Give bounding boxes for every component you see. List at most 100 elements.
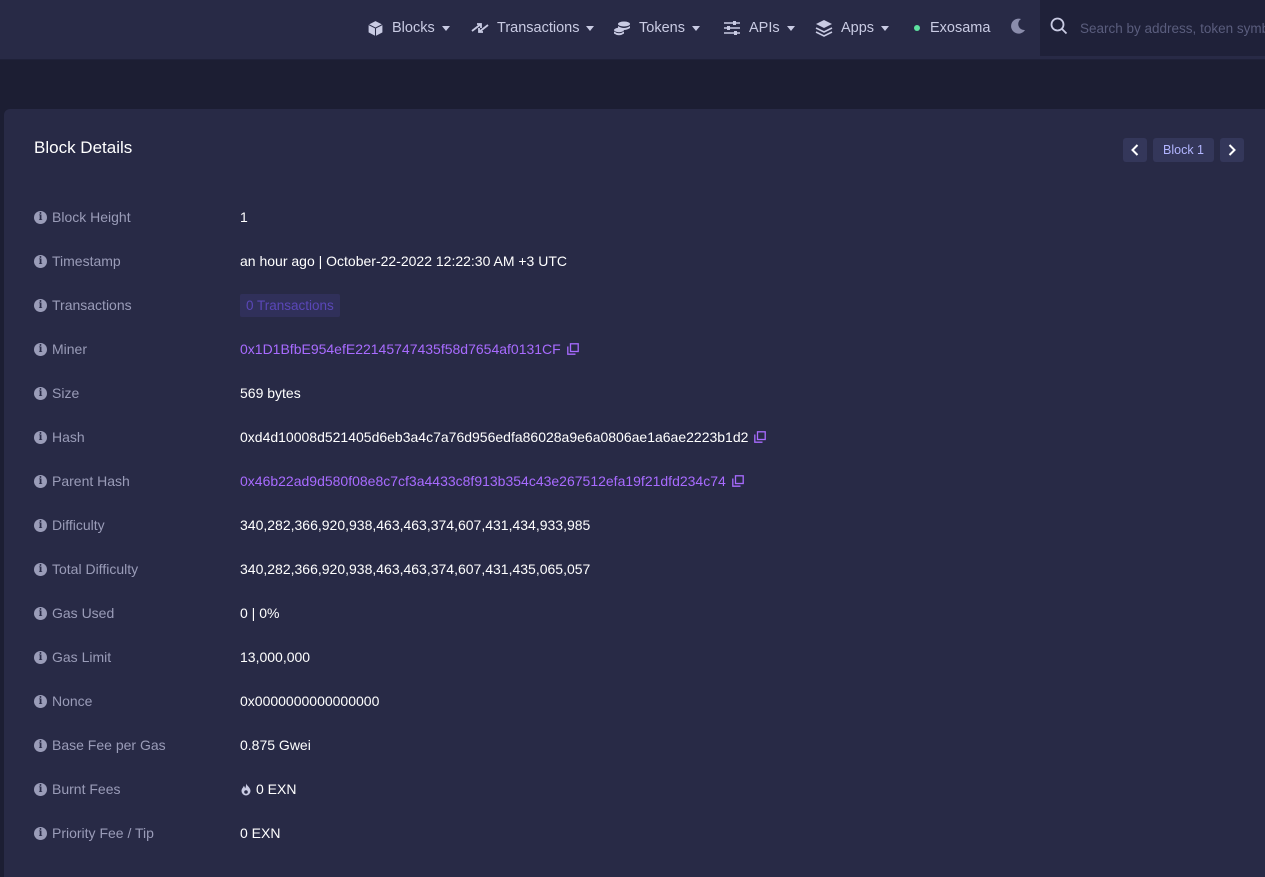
info-icon[interactable]: i [34, 782, 47, 796]
row-timestamp: i Timestamp an hour ago | October-22-2022… [34, 250, 567, 272]
fire-icon [240, 783, 252, 796]
info-icon[interactable]: i [34, 562, 47, 576]
field-label: Timestamp [52, 253, 121, 269]
nav-tokens-label: Tokens [639, 20, 685, 36]
row-hash: i Hash 0xd4d10008d521405d6eb3a4c7a76d956e… [34, 426, 767, 448]
row-nonce: i Nonce 0x0000000000000000 [34, 690, 379, 712]
info-icon[interactable]: i [34, 342, 47, 356]
info-icon[interactable]: i [34, 826, 47, 840]
row-transactions: i Transactions 0 Transactions [34, 293, 340, 317]
field-label: Miner [52, 341, 88, 357]
search-input[interactable] [1080, 20, 1265, 36]
field-label: Hash [52, 429, 85, 445]
page-title: Block Details [34, 138, 133, 157]
search-bar [1040, 0, 1265, 56]
nav-blocks[interactable]: Blocks [366, 19, 450, 37]
layers-icon [815, 19, 833, 37]
nav-apps[interactable]: Apps [815, 19, 890, 37]
row-total-difficulty: i Total Difficulty 340,282,366,920,938,46… [34, 558, 590, 580]
info-icon[interactable]: i [34, 606, 47, 620]
prev-block-button[interactable] [1123, 138, 1147, 162]
row-block-height: i Block Height 1 [34, 206, 248, 228]
field-label: Nonce [52, 693, 93, 709]
base-fee-value: 0.875 Gwei [240, 737, 311, 753]
info-icon[interactable]: i [34, 694, 47, 708]
parent-hash-link[interactable]: 0x46b22ad9d580f08e8c7cf3a4433c8f913b354c… [240, 473, 726, 489]
network-name: Exosama [930, 20, 991, 36]
nav-transactions[interactable]: Transactions [471, 19, 595, 37]
field-label: Size [52, 385, 80, 401]
copy-icon[interactable] [731, 475, 744, 487]
info-icon[interactable]: i [34, 298, 47, 312]
gas-used-value: 0 | 0% [240, 605, 280, 621]
chevron-down-icon [881, 25, 890, 31]
info-icon[interactable]: i [34, 430, 47, 444]
chevron-down-icon [441, 25, 450, 31]
field-label: Block Height [52, 209, 131, 225]
field-label: Gas Limit [52, 649, 112, 665]
field-label: Burnt Fees [52, 781, 121, 797]
row-size: i Size 569 bytes [34, 382, 301, 404]
cube-icon [366, 19, 384, 37]
chevron-down-icon [586, 25, 595, 31]
row-priority-fee: i Priority Fee / Tip 0 EXN [34, 822, 280, 844]
row-base-fee: i Base Fee per Gas 0.875 Gwei [34, 734, 311, 756]
chevron-down-icon [786, 25, 795, 31]
sliders-icon [723, 19, 741, 37]
chevron-right-icon [1228, 144, 1236, 156]
copy-icon[interactable] [566, 343, 579, 355]
difficulty-value: 340,282,366,920,938,463,463,374,607,431,… [240, 517, 591, 533]
field-label: Priority Fee / Tip [52, 825, 154, 841]
moon-icon [1009, 17, 1027, 39]
block-details-card: Block Details Block 1 i Block Height 1 iT… [4, 109, 1265, 877]
chevron-down-icon [691, 25, 700, 31]
network-selector[interactable]: Exosama [914, 20, 990, 36]
info-icon[interactable]: i [34, 474, 47, 488]
priority-fee-value: 0 EXN [240, 825, 281, 841]
network-status-dot [914, 25, 920, 31]
field-label: Parent Hash [52, 473, 130, 489]
coins-icon [613, 19, 631, 37]
nav-apis[interactable]: APIs [723, 19, 795, 37]
row-gas-limit: i Gas Limit 13,000,000 [34, 646, 310, 668]
nonce-value: 0x0000000000000000 [240, 693, 380, 709]
info-icon[interactable]: i [34, 650, 47, 664]
field-label: Transactions [52, 297, 132, 313]
nav-apis-label: APIs [749, 20, 780, 36]
info-icon[interactable]: i [34, 210, 47, 224]
transactions-link[interactable]: 0 Transactions [240, 293, 340, 317]
nav-apps-label: Apps [841, 20, 875, 36]
block-height-value: 1 [240, 209, 248, 225]
size-value: 569 bytes [240, 385, 301, 401]
info-icon[interactable]: i [34, 738, 47, 752]
copy-icon[interactable] [754, 431, 767, 443]
current-block-label: Block 1 [1153, 138, 1214, 162]
info-icon[interactable]: i [34, 254, 47, 268]
timestamp-value: an hour ago | October-22-2022 12:22:30 A… [240, 253, 568, 269]
search-icon [1050, 17, 1068, 40]
field-label: Gas Used [52, 605, 115, 621]
burnt-fees-value: 0 EXN [256, 781, 297, 797]
block-pager: Block 1 [1123, 138, 1244, 162]
row-burnt-fees: i Burnt Fees 0 EXN [34, 778, 296, 800]
info-icon[interactable]: i [34, 386, 47, 400]
info-icon[interactable]: i [34, 518, 47, 532]
transfer-arrows-icon [471, 19, 489, 37]
chevron-left-icon [1131, 144, 1139, 156]
hash-value: 0xd4d10008d521405d6eb3a4c7a76d956edfa860… [240, 429, 749, 445]
nav-blocks-label: Blocks [392, 20, 435, 36]
field-label: Total Difficulty [52, 561, 139, 577]
next-block-button[interactable] [1220, 138, 1244, 162]
field-label: Base Fee per Gas [52, 737, 166, 753]
total-difficulty-value: 340,282,366,920,938,463,463,374,607,431,… [240, 561, 591, 577]
nav-transactions-label: Transactions [497, 20, 580, 36]
field-label: Difficulty [52, 517, 105, 533]
miner-address-link[interactable]: 0x1D1BfbE954efE22145747435f58d7654af0131… [240, 341, 561, 357]
row-miner: i Miner 0x1D1BfbE954efE22145747435f58d765… [34, 338, 579, 360]
nav-tokens[interactable]: Tokens [613, 19, 700, 37]
row-gas-used: i Gas Used 0 | 0% [34, 602, 279, 624]
gas-limit-value: 13,000,000 [240, 649, 311, 665]
theme-toggle[interactable] [1009, 17, 1027, 39]
row-parent-hash: i Parent Hash 0x46b22ad9d580f08e8c7cf3a44… [34, 470, 744, 492]
row-difficulty: i Difficulty 340,282,366,920,938,463,463,… [34, 514, 590, 536]
